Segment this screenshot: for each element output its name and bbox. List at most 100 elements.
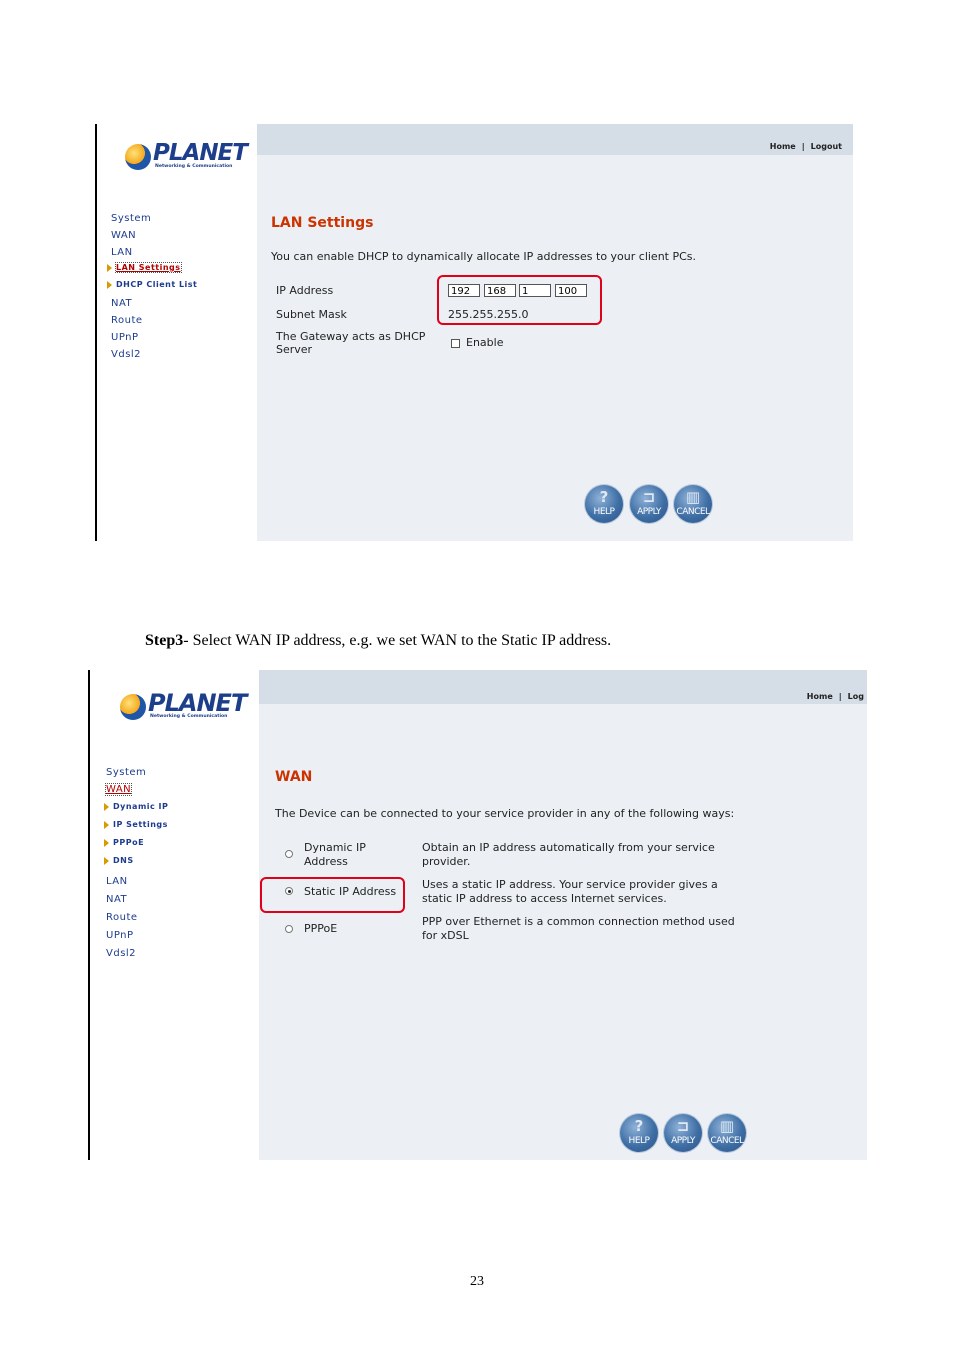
arrow-right-icon: [104, 838, 109, 847]
nav-system[interactable]: System: [111, 213, 151, 224]
pppoe-desc-line1: PPP over Ethernet is a common connection…: [422, 915, 735, 928]
top-bar: Home | Log: [259, 670, 867, 704]
link-separator: |: [801, 142, 805, 151]
dynamic-ip-desc-line1: Obtain an IP address automatically from …: [422, 841, 715, 854]
apply-icon: ⊐: [676, 1117, 690, 1135]
step-label: Step3: [145, 632, 184, 649]
static-ip-desc-line1: Uses a static IP address. Your service p…: [422, 878, 718, 891]
highlight-box: [260, 877, 405, 913]
page-description: The Device can be connected to your serv…: [275, 807, 735, 820]
nav-route[interactable]: Route: [106, 912, 138, 923]
nav-ip-settings[interactable]: IP Settings: [104, 820, 168, 829]
home-link[interactable]: Home: [770, 142, 796, 151]
nav-dynamic-ip-label: Dynamic IP: [113, 802, 169, 811]
nav-route[interactable]: Route: [111, 315, 143, 326]
apply-button[interactable]: ⊐ APPLY: [630, 485, 668, 523]
dhcp-enable-label: Enable: [466, 336, 504, 349]
dynamic-ip-desc-line2: provider.: [422, 855, 471, 868]
dynamic-ip-label-line2: Address: [304, 855, 348, 868]
question-icon: ?: [634, 1117, 644, 1135]
nav-pppoe[interactable]: PPPoE: [104, 838, 144, 847]
nav-pppoe-label: PPPoE: [113, 838, 145, 847]
help-button[interactable]: ? HELP: [585, 485, 623, 523]
logo-tagline: Networking & Communication: [155, 164, 233, 169]
pppoe-radio[interactable]: [285, 925, 293, 933]
content-area: Home | Log WAN The Device can be connected…: [259, 670, 867, 1160]
nav-lan[interactable]: LAN: [111, 247, 133, 258]
link-separator: |: [838, 692, 842, 701]
nav-dns[interactable]: DNS: [104, 856, 134, 865]
arrow-right-icon: [107, 263, 112, 272]
page-description: You can enable DHCP to dynamically alloc…: [271, 250, 697, 263]
sidebar: PLANET Networking & Communication System…: [97, 124, 257, 541]
cancel-button-label: CANCEL: [676, 507, 710, 517]
nav-dhcp-client-list[interactable]: DHCP Client List: [107, 280, 197, 289]
content-area: Home | Logout LAN Settings You can enable …: [257, 124, 853, 541]
trash-icon: ▥: [685, 488, 701, 506]
cancel-button[interactable]: ▥ CANCEL: [674, 485, 712, 523]
dhcp-enable-checkbox[interactable]: [451, 339, 460, 348]
lan-settings-screenshot: PLANET Networking & Communication System…: [95, 124, 853, 541]
home-link[interactable]: Home: [807, 692, 833, 701]
top-bar: Home | Logout: [257, 124, 853, 155]
dynamic-ip-label-line1: Dynamic IP: [304, 841, 366, 854]
nav-wan[interactable]: WAN: [111, 230, 136, 241]
gateway-label-line1: The Gateway acts as DHCP: [276, 330, 426, 343]
logout-link[interactable]: Log: [848, 692, 864, 701]
nav-dns-label: DNS: [113, 856, 134, 865]
nav-upnp[interactable]: UPnP: [111, 332, 139, 343]
nav-lan-settings-label: LAN Settings: [115, 262, 182, 273]
apply-button-label: APPLY: [637, 507, 661, 517]
help-button[interactable]: ? HELP: [620, 1114, 658, 1152]
planet-logo: PLANET Networking & Communication: [120, 689, 247, 730]
pppoe-desc-line2: for xDSL: [422, 929, 469, 942]
top-links: Home | Logout: [767, 142, 845, 151]
question-icon: ?: [599, 488, 609, 506]
logo-word: PLANET: [148, 689, 247, 717]
nav-system[interactable]: System: [106, 767, 146, 778]
logo-globe-icon: [120, 694, 146, 720]
static-ip-desc-line2: static IP address to access Internet ser…: [422, 892, 667, 905]
nav-lan[interactable]: LAN: [106, 876, 128, 887]
page-title: WAN: [275, 769, 313, 785]
highlight-box: [437, 275, 602, 325]
step-text: - Select WAN IP address, e.g. we set WAN…: [183, 632, 612, 649]
dynamic-ip-radio[interactable]: [285, 850, 293, 858]
nav-lan-settings[interactable]: LAN Settings: [107, 262, 182, 273]
arrow-right-icon: [104, 802, 109, 811]
top-links: Home | Log: [804, 692, 867, 701]
page-title: LAN Settings: [271, 215, 374, 231]
apply-button[interactable]: ⊐ APPLY: [664, 1114, 702, 1152]
arrow-right-icon: [104, 856, 109, 865]
nav-ip-settings-label: IP Settings: [113, 820, 168, 829]
nav-dynamic-ip[interactable]: Dynamic IP: [104, 802, 168, 811]
page-number: 23: [470, 1274, 484, 1289]
apply-icon: ⊐: [642, 488, 656, 506]
help-button-label: HELP: [593, 507, 615, 517]
nav-nat[interactable]: NAT: [106, 894, 127, 905]
pppoe-label: PPPoE: [304, 922, 338, 935]
subnet-mask-label: Subnet Mask: [276, 308, 347, 321]
nav-vdsl2[interactable]: Vdsl2: [111, 349, 141, 360]
arrow-right-icon: [104, 820, 109, 829]
logo-globe-icon: [125, 144, 151, 170]
logout-link[interactable]: Logout: [811, 142, 842, 151]
apply-button-label: APPLY: [671, 1136, 695, 1146]
ip-address-label: IP Address: [276, 284, 334, 297]
cancel-button-label: CANCEL: [710, 1136, 744, 1146]
nav-vdsl2[interactable]: Vdsl2: [106, 948, 136, 959]
nav-dhcp-client-list-label: DHCP Client List: [116, 280, 198, 289]
help-button-label: HELP: [628, 1136, 650, 1146]
sidebar: PLANET Networking & Communication System…: [90, 670, 259, 1160]
logo-tagline: Networking & Communication: [150, 714, 228, 719]
gateway-label-line2: Server: [276, 343, 313, 356]
nav-wan[interactable]: WAN: [104, 783, 133, 796]
nav-upnp[interactable]: UPnP: [106, 930, 134, 941]
trash-icon: ▥: [719, 1117, 735, 1135]
cancel-button[interactable]: ▥ CANCEL: [708, 1114, 746, 1152]
wan-screenshot: PLANET Networking & Communication System…: [88, 670, 867, 1160]
nav-nat[interactable]: NAT: [111, 298, 132, 309]
planet-logo: PLANET Networking & Communication: [125, 140, 248, 182]
logo-word: PLANET: [153, 140, 248, 166]
arrow-right-icon: [107, 280, 112, 289]
